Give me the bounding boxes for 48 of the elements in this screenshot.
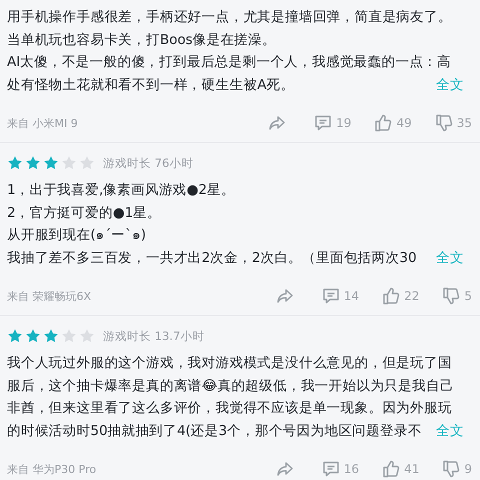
review-text-line: 用手机操作手感很差，手柄还好一点，尤其是撞墙回弹，简直是病友了。: [7, 8, 453, 27]
thumbs-up-icon[interactable]: [381, 459, 402, 479]
device-source: 来自 小米MI 9: [7, 116, 79, 130]
star-icon: [79, 328, 95, 344]
thumbs-down-icon[interactable]: [441, 459, 462, 479]
star-icon: [43, 328, 59, 344]
review-text-line: 非酋，但来这里看了这么多评价，我觉得不应该是单一现象。因为外服玩: [7, 399, 453, 418]
review-text-line: 当单机玩也容易卡关，打Boos像是在搓澡。: [7, 30, 277, 50]
full-text-link[interactable]: 全文: [436, 248, 464, 267]
full-text-link[interactable]: 全文: [436, 76, 464, 94]
thumbs-down-icon[interactable]: [441, 286, 462, 306]
thumbs-down-icon[interactable]: [434, 113, 454, 133]
thumbs-up-icon[interactable]: [373, 113, 394, 133]
full-text-link[interactable]: 全文: [436, 422, 464, 440]
review-text-line: 1，出于我喜爱,像素画风游戏●2星。: [7, 181, 236, 200]
like-count: 22: [404, 289, 420, 303]
thumbs-up-icon[interactable]: [381, 286, 402, 306]
star-icon: [61, 328, 77, 344]
review-text-line: 我抽了差不多三百发，一共才出2次金，2次白。（里面包括两次30: [7, 248, 416, 268]
dislike-count: 9: [464, 462, 472, 476]
star-icon: [7, 155, 23, 171]
review-text-line: 从开服到现在(๑´ー`๑): [7, 226, 147, 245]
star-icon: [43, 155, 59, 171]
review-text-line: 的时候活动时50抽就抽到了4(还是3个，那个号因为地区问题登录不: [7, 422, 422, 440]
star-icon: [79, 155, 95, 171]
review-text-line: 2，官方挺可爱的●1星。: [7, 204, 162, 222]
like-count: 41: [404, 462, 420, 476]
like-count: 49: [396, 116, 412, 130]
comment-count: 19: [336, 116, 352, 130]
star-icon: [25, 155, 41, 171]
comment-icon[interactable]: [313, 113, 334, 133]
dislike-count: 35: [456, 116, 472, 130]
comment-count: 14: [344, 289, 360, 303]
review-text-line: AI太傻，不是一般的傻，打到最后总是剩一个人，我感觉最蠢的一点：高: [7, 53, 452, 72]
comment-icon[interactable]: [320, 286, 341, 306]
dislike-count: 5: [464, 289, 472, 303]
playtime-label: 游戏时长 13.7小时: [103, 328, 204, 344]
device-source: 来自 荣耀畅玩6X: [7, 288, 92, 304]
star-icon: [25, 328, 41, 344]
review-text-line: 处有怪物土花就和看不到一样，硬生生被A死。: [7, 76, 294, 94]
playtime-label: 游戏时长 76小时: [103, 156, 194, 170]
review-text-line: 服后，这个抽卡爆率是真的离谱😂真的超级低，我一开始以为只是我自己: [7, 376, 455, 396]
star-icon: [61, 155, 77, 171]
comment-count: 16: [344, 462, 360, 476]
comment-icon[interactable]: [320, 459, 341, 479]
device-source: 来自 华为P30 Pro: [7, 462, 98, 476]
review-text-line: 我个人玩过外服的这个游戏，我对游戏模式是没什么意见的，但是玩了国: [7, 354, 453, 373]
star-icon: [7, 328, 23, 344]
